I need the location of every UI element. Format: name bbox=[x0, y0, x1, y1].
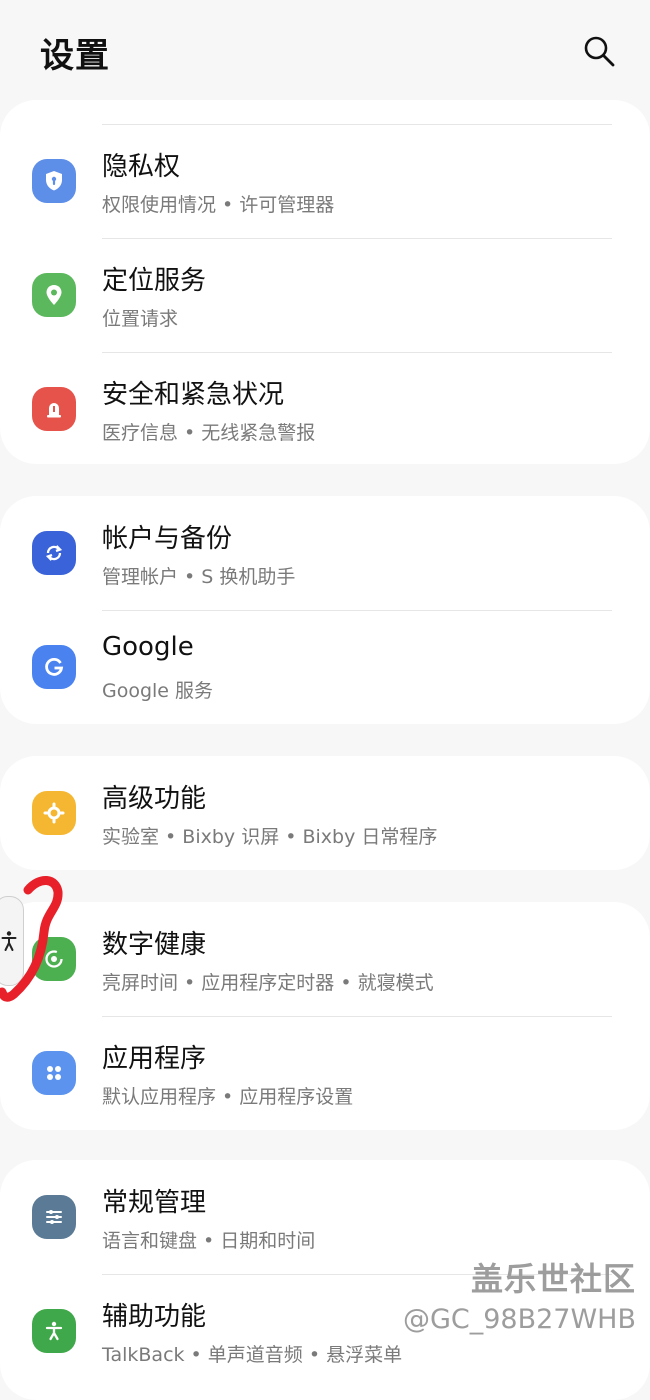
setting-subtitle: 管理帐户 • S 换机助手 bbox=[102, 566, 296, 588]
setting-subtitle: 默认应用程序 • 应用程序设置 bbox=[102, 1086, 354, 1108]
setting-subtitle: 医疗信息 • 无线紧急警报 bbox=[102, 422, 316, 444]
setting-item-location[interactable]: 定位服务 位置请求 bbox=[0, 238, 650, 352]
setting-subtitle: 实验室 • Bixby 识屏 • Bixby 日常程序 bbox=[102, 826, 438, 848]
setting-subtitle: 语言和键盘 • 日期和时间 bbox=[102, 1230, 316, 1252]
settings-card-wellbeing-apps: 数字健康 亮屏时间 • 应用程序定时器 • 就寝模式 应用程序 默认应用程序 •… bbox=[0, 902, 650, 1130]
setting-title: 隐私权 bbox=[102, 152, 181, 182]
watermark-community: 盖乐世社区 bbox=[470, 1260, 636, 1298]
setting-item-safety-emergency[interactable]: 安全和紧急状况 医疗信息 • 无线紧急警报 bbox=[0, 352, 650, 466]
setting-subtitle: 位置请求 bbox=[102, 308, 179, 330]
page-title: 设置 bbox=[40, 36, 110, 76]
setting-item-accounts-backup[interactable]: 帐户与备份 管理帐户 • S 换机助手 bbox=[0, 496, 650, 610]
red-annotation-mark bbox=[0, 876, 63, 1002]
setting-subtitle: TalkBack • 单声道音频 • 悬浮菜单 bbox=[102, 1344, 403, 1366]
settings-card-accounts-google: 帐户与备份 管理帐户 • S 换机助手 Google Google 服务 bbox=[0, 496, 650, 724]
emergency-alert-icon bbox=[32, 387, 76, 431]
setting-title: 高级功能 bbox=[102, 784, 207, 814]
setting-item-google[interactable]: Google Google 服务 bbox=[0, 610, 650, 724]
sliders-icon bbox=[32, 1195, 76, 1239]
setting-title: 定位服务 bbox=[102, 266, 207, 296]
privacy-shield-icon bbox=[32, 159, 76, 203]
setting-title: 数字健康 bbox=[102, 930, 207, 960]
setting-subtitle: 亮屏时间 • 应用程序定时器 • 就寝模式 bbox=[102, 972, 434, 994]
sync-icon bbox=[32, 531, 76, 575]
app-header: 设置 bbox=[0, 0, 650, 100]
setting-title: 辅助功能 bbox=[102, 1302, 207, 1332]
setting-title: 常规管理 bbox=[102, 1188, 207, 1218]
settings-card-privacy-location-safety: 隐私权 权限使用情况 • 许可管理器 定位服务 位置请求 安全和紧急状况 医疗信… bbox=[0, 100, 650, 464]
accessibility-icon bbox=[32, 1309, 76, 1353]
setting-subtitle: Google 服务 bbox=[102, 680, 214, 702]
setting-subtitle: 权限使用情况 • 许可管理器 bbox=[102, 194, 335, 216]
search-icon[interactable] bbox=[582, 34, 616, 68]
setting-item-privacy[interactable]: 隐私权 权限使用情况 • 许可管理器 bbox=[0, 124, 650, 238]
watermark-user-id: @GC_98B27WHB bbox=[402, 1304, 636, 1335]
settings-card-advanced: 高级功能 实验室 • Bixby 识屏 • Bixby 日常程序 bbox=[0, 756, 650, 870]
setting-item-digital-wellbeing[interactable]: 数字健康 亮屏时间 • 应用程序定时器 • 就寝模式 bbox=[0, 902, 650, 1016]
setting-title: 安全和紧急状况 bbox=[102, 380, 285, 410]
google-icon bbox=[32, 645, 76, 689]
location-pin-icon bbox=[32, 273, 76, 317]
apps-grid-icon bbox=[32, 1051, 76, 1095]
setting-item-apps[interactable]: 应用程序 默认应用程序 • 应用程序设置 bbox=[0, 1016, 650, 1130]
setting-title: 应用程序 bbox=[102, 1044, 207, 1074]
advanced-features-icon bbox=[32, 791, 76, 835]
setting-title: 帐户与备份 bbox=[102, 524, 233, 554]
setting-title: Google bbox=[102, 632, 194, 662]
setting-item-advanced-features[interactable]: 高级功能 实验室 • Bixby 识屏 • Bixby 日常程序 bbox=[0, 756, 650, 870]
